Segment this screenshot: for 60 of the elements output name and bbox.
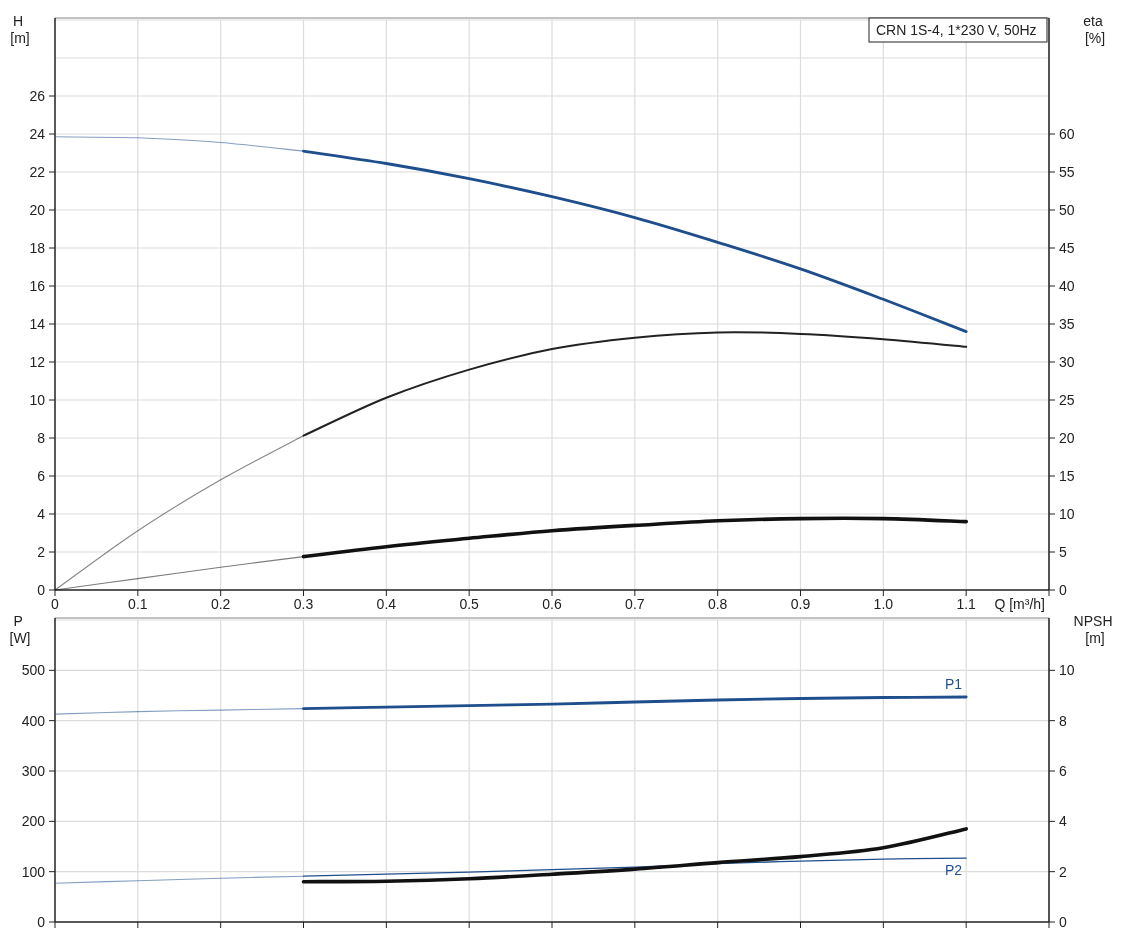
axis-tick-label: 0.3 — [293, 596, 314, 612]
axis-tick-label: 200 — [21, 813, 45, 830]
axis-tick-label: 10 — [1059, 506, 1075, 522]
axis-tick-label: 1.1 — [956, 596, 976, 612]
chart-title: CRN 1S-4, 1*230 V, 50Hz — [868, 17, 1048, 43]
axis-title: Q [m³/h] — [994, 596, 1045, 612]
axis-tick-label: 18 — [29, 240, 45, 256]
axis-tick-label: 0 — [51, 596, 59, 612]
axis-tick-label: 40 — [1059, 278, 1075, 294]
axis-tick-label: 12 — [29, 354, 45, 370]
axis-tick-label: 400 — [21, 712, 45, 729]
axis-tick-label: 24 — [29, 126, 45, 142]
axis-tick-label: 0.5 — [459, 596, 479, 612]
axis-tick-label: 30 — [1059, 354, 1075, 370]
axis-tick-label: 0.2 — [210, 596, 231, 612]
axis-tick-label: 20 — [1059, 430, 1075, 446]
axis-tick-label: 6 — [1059, 763, 1067, 779]
axis-tick-label: 15 — [1059, 468, 1075, 484]
axis-tick-label: 100 — [21, 863, 45, 880]
axis-tick-label: 4 — [1059, 813, 1067, 830]
axis-tick-label: 22 — [29, 164, 45, 180]
axis-tick-label: 0.9 — [790, 596, 811, 612]
axis-tick-label: 2 — [1059, 863, 1067, 880]
axis-tick-label: 0 — [1059, 914, 1067, 930]
axis-title: eta [%] — [1083, 13, 1106, 46]
axis-tick-label: 8 — [37, 430, 45, 446]
axis-tick-label: 0.8 — [707, 596, 728, 612]
axis-tick-label: 2 — [37, 544, 45, 560]
axis-title: P [W] — [9, 613, 31, 646]
chart-title: CRN 1S-4, 1*230 V, 50Hz — [876, 22, 1037, 38]
axis-tick-label: 500 — [21, 662, 45, 679]
axis-tick-label: 60 — [1059, 126, 1075, 142]
axis-tick-label: 1.0 — [873, 596, 894, 612]
axis-tick-label: 0 — [37, 582, 45, 598]
axis-tick-label: 10 — [29, 392, 45, 408]
axis-title: NPSH [m] — [1073, 613, 1113, 646]
axis-tick-label: 16 — [29, 278, 45, 294]
axis-title: H [m] — [10, 13, 30, 46]
axis-tick-label: 10 — [1059, 662, 1075, 679]
axis-tick-label: 45 — [1059, 240, 1075, 256]
axis-tick-label: 0.4 — [376, 596, 397, 612]
axis-tick-label: 14 — [29, 316, 45, 332]
axis-tick-label: 25 — [1059, 392, 1075, 408]
series-label: P1 — [945, 676, 963, 692]
axis-tick-label: 26 — [29, 88, 45, 104]
axis-tick-label: 300 — [21, 763, 45, 779]
axis-tick-label: 4 — [37, 506, 45, 522]
axis-tick-label: 5 — [1059, 544, 1067, 560]
axis-tick-label: 0.1 — [128, 596, 148, 612]
axis-tick-label: 6 — [37, 468, 45, 484]
axis-tick-label: 0.6 — [542, 596, 562, 612]
axis-tick-label: 55 — [1059, 164, 1075, 180]
axis-tick-label: 50 — [1059, 202, 1075, 218]
axis-tick-label: 20 — [29, 202, 45, 218]
axis-tick-label: 0.7 — [625, 596, 645, 612]
axis-tick-label: 0 — [37, 914, 45, 930]
axis-tick-label: 35 — [1059, 316, 1075, 332]
series-label: P2 — [945, 862, 963, 879]
axis-tick-label: 8 — [1059, 712, 1067, 729]
axis-tick-label: 0 — [1059, 582, 1067, 598]
